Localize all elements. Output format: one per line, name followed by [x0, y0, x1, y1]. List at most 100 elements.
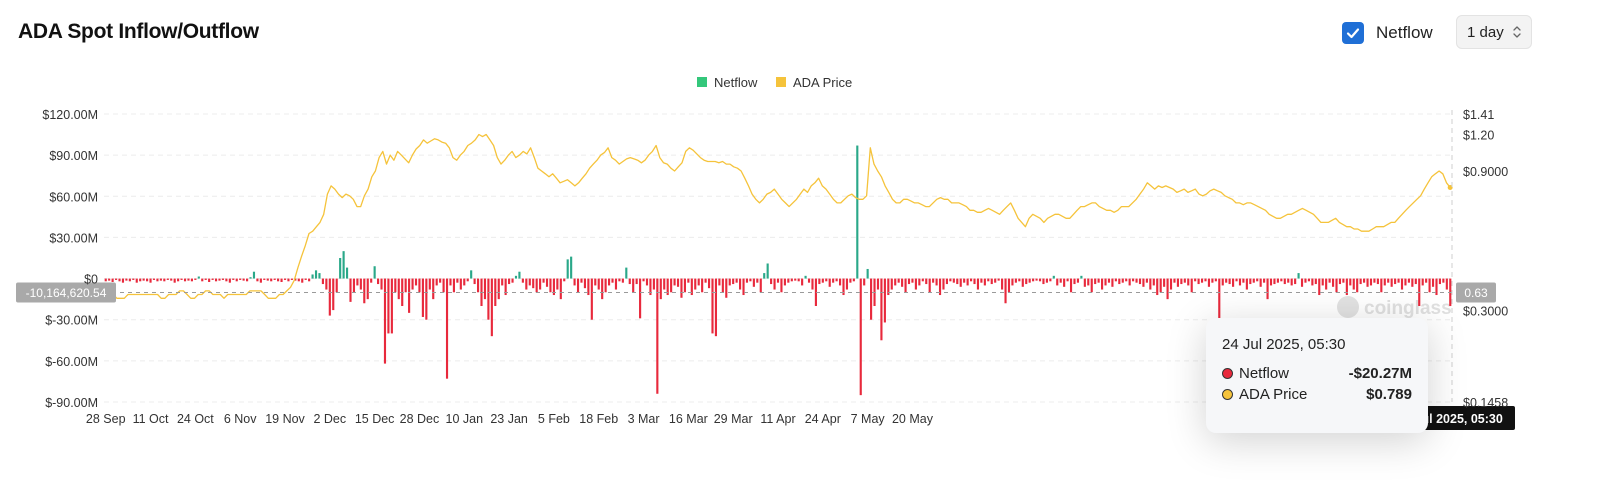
netflow-bar[interactable]: [697, 278, 700, 286]
netflow-bar[interactable]: [439, 278, 442, 283]
netflow-bar[interactable]: [1149, 278, 1152, 290]
netflow-bar[interactable]: [1049, 278, 1052, 282]
netflow-bar[interactable]: [1211, 278, 1214, 283]
chart-legend[interactable]: Netflow ADA Price: [697, 75, 852, 90]
netflow-bar[interactable]: [242, 278, 245, 281]
netflow-bar[interactable]: [535, 278, 538, 293]
netflow-bar[interactable]: [463, 278, 466, 286]
netflow-bar[interactable]: [897, 278, 900, 283]
netflow-bar[interactable]: [373, 266, 376, 279]
netflow-bar[interactable]: [921, 278, 924, 282]
netflow-bar[interactable]: [718, 278, 721, 286]
netflow-bar[interactable]: [1145, 278, 1148, 283]
netflow-bar[interactable]: [221, 278, 225, 280]
netflow-bar[interactable]: [994, 278, 997, 283]
netflow-bar[interactable]: [404, 278, 407, 293]
netflow-bar[interactable]: [766, 263, 769, 279]
netflow-bar[interactable]: [1183, 278, 1186, 283]
netflow-bar[interactable]: [580, 278, 583, 283]
netflow-bar[interactable]: [997, 278, 1000, 281]
netflow-bar[interactable]: [266, 278, 269, 281]
netflow-bar[interactable]: [363, 278, 366, 304]
netflow-bar[interactable]: [1442, 278, 1445, 283]
netflow-bar[interactable]: [508, 278, 511, 285]
netflow-bar[interactable]: [670, 278, 673, 293]
netflow-bar[interactable]: [1021, 278, 1024, 287]
netflow-bar[interactable]: [987, 278, 990, 282]
netflow-bar[interactable]: [1321, 278, 1324, 286]
netflow-bar[interactable]: [925, 278, 928, 285]
netflow-bar[interactable]: [1307, 278, 1310, 282]
netflow-bar[interactable]: [1397, 278, 1400, 283]
netflow-bar[interactable]: [156, 278, 159, 282]
netflow-bar[interactable]: [211, 278, 214, 280]
netflow-bar[interactable]: [449, 278, 452, 286]
netflow-bar[interactable]: [1038, 278, 1042, 282]
netflow-bar[interactable]: [1135, 278, 1138, 283]
netflow-bar[interactable]: [1200, 278, 1204, 283]
netflow-bar[interactable]: [349, 278, 352, 302]
netflow-bar[interactable]: [342, 251, 345, 279]
netflow-bar[interactable]: [828, 278, 831, 287]
netflow-bar[interactable]: [1176, 278, 1179, 287]
netflow-bar[interactable]: [1007, 278, 1011, 293]
netflow-bar[interactable]: [1383, 278, 1386, 286]
netflow-bar[interactable]: [604, 278, 607, 293]
netflow-bar[interactable]: [408, 278, 411, 313]
netflow-bar[interactable]: [770, 278, 773, 285]
netflow-bar[interactable]: [611, 278, 614, 283]
netflow-bar[interactable]: [1035, 278, 1038, 281]
netflow-bar[interactable]: [642, 278, 645, 282]
netflow-bar[interactable]: [325, 278, 328, 290]
netflow-bar[interactable]: [1331, 278, 1335, 287]
netflow-bar[interactable]: [1028, 278, 1031, 283]
netflow-bar[interactable]: [1366, 278, 1369, 287]
netflow-bar[interactable]: [597, 278, 600, 290]
netflow-bar[interactable]: [1214, 278, 1217, 282]
netflow-bar[interactable]: [1338, 278, 1342, 285]
netflow-bar[interactable]: [332, 278, 335, 311]
netflow-bar[interactable]: [425, 278, 428, 320]
netflow-bar[interactable]: [894, 278, 897, 286]
netflow-bar[interactable]: [1128, 278, 1131, 286]
netflow-bar[interactable]: [1390, 278, 1393, 287]
netflow-bar[interactable]: [676, 278, 680, 287]
netflow-bar[interactable]: [970, 278, 973, 282]
netflow-bar[interactable]: [1118, 278, 1121, 285]
netflow-bar[interactable]: [163, 278, 166, 282]
netflow-bar[interactable]: [990, 278, 993, 285]
netflow-bar[interactable]: [907, 278, 911, 285]
netflow-bar[interactable]: [497, 278, 500, 300]
netflow-bar[interactable]: [428, 278, 431, 290]
netflow-bar[interactable]: [115, 278, 118, 280]
netflow-bar[interactable]: [180, 278, 183, 280]
netflow-bar[interactable]: [339, 258, 342, 279]
netflow-bar[interactable]: [1425, 278, 1428, 283]
netflow-bar[interactable]: [297, 278, 300, 282]
netflow-bar[interactable]: [225, 278, 228, 282]
netflow-bar[interactable]: [194, 278, 197, 280]
netflow-bar[interactable]: [935, 278, 938, 286]
netflow-bar[interactable]: [1269, 278, 1273, 286]
netflow-bar[interactable]: [1107, 278, 1111, 283]
netflow-bar[interactable]: [1311, 278, 1314, 286]
netflow-bar[interactable]: [1411, 278, 1414, 287]
netflow-bar[interactable]: [821, 278, 824, 283]
netflow-bar[interactable]: [566, 259, 569, 279]
netflow-bar[interactable]: [890, 278, 893, 290]
netflow-bar[interactable]: [952, 278, 955, 283]
netflow-bar[interactable]: [532, 278, 535, 289]
netflow-bar[interactable]: [1132, 278, 1135, 282]
netflow-bar[interactable]: [983, 278, 986, 286]
netflow-bar[interactable]: [259, 278, 262, 283]
netflow-bar[interactable]: [456, 278, 459, 283]
netflow-bar[interactable]: [197, 276, 200, 279]
netflow-bar[interactable]: [904, 278, 907, 293]
netflow-bar[interactable]: [387, 278, 390, 334]
netflow-bar[interactable]: [1421, 278, 1424, 286]
netflow-bar[interactable]: [980, 278, 983, 283]
netflow-bar[interactable]: [139, 278, 142, 282]
netflow-bar[interactable]: [783, 278, 786, 286]
netflow-bar[interactable]: [1342, 278, 1345, 283]
netflow-bar[interactable]: [1283, 278, 1286, 285]
